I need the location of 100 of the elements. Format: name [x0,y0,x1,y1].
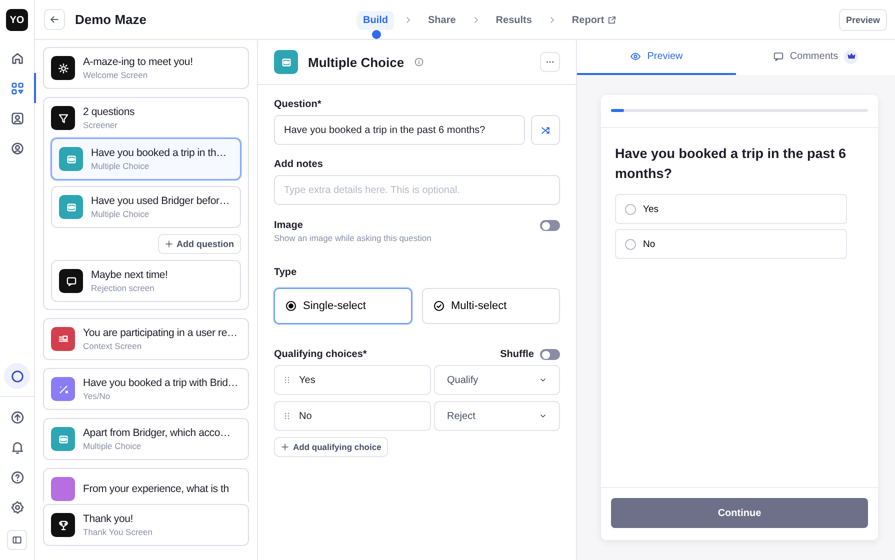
home-icon [10,50,24,66]
preview-button[interactable]: Preview [838,8,887,30]
block-card[interactable]: Thank you! Thank You Screen [43,504,249,546]
block-title: Have you booked a trip in th… [91,147,226,159]
user-icon [10,140,24,156]
back-button[interactable] [44,9,65,30]
block-title: Maybe next time! [91,269,168,281]
upload-icon [10,410,24,424]
step-tab[interactable]: Report [566,10,624,30]
plus-icon [281,443,289,451]
answer-option[interactable]: No [615,229,847,259]
block-card[interactable]: You are participating in a user re… Context Screen [43,318,249,360]
block-type: Multiple Choice [83,441,142,451]
drag-handle-icon [283,411,291,421]
field-label: Qualifying choices* [274,349,367,360]
block-card[interactable]: Maybe next time! Rejection screen [51,260,241,302]
contacts-icon [10,110,24,126]
notes-field[interactable]: Type extra details here. This is optional. [274,175,560,205]
block-heading: Multiple Choice [308,54,404,70]
chevron-right-icon [404,16,412,24]
help-icon [10,470,24,484]
answer-option[interactable]: Yes [615,194,847,224]
block-card[interactable]: From your experience, what is th [43,468,249,502]
field-label: Type [274,267,298,278]
field-label: Question* [274,99,322,110]
block-title: A-maze-ing to meet you! [83,56,193,68]
field-label: Add notes [274,159,324,170]
list-icon [56,432,70,446]
step-tab[interactable]: Results [490,10,538,30]
block-type: Rejection screen [91,283,156,293]
toggle-switch[interactable] [540,220,560,231]
preview-question: Have you booked a trip in the past 6 months? [615,145,848,183]
block-title: Apart from Bridger, which acco… [83,427,230,439]
panel-tab[interactable]: Preview [577,40,736,75]
percent-icon [56,382,70,396]
list-icon [64,200,78,214]
block-card[interactable]: Have you booked a trip with Brid… Yes/No [43,368,249,410]
maze-title: Demo Maze [75,12,147,27]
bell-icon [10,440,24,454]
grid-icon [10,80,24,96]
field-label: Image [274,220,304,231]
shuffle-icon [540,124,551,136]
circle-icon [10,368,24,384]
sidebar-button[interactable] [7,530,27,550]
circle-button[interactable] [4,363,30,389]
add-choice-button[interactable]: Add qualifying choice [274,437,388,457]
block-title: You are participating in a user re… [83,327,238,339]
block-type: Context Screen [83,341,143,351]
sun-icon [56,62,70,74]
block-card[interactable]: Apart from Bridger, which acco… Multiple Choice [43,418,249,460]
block-tile [51,477,75,501]
block-card[interactable]: A-maze-ing to meet you! Welcome Screen [43,47,249,89]
toggle-switch[interactable] [540,349,560,360]
drag-handle-icon [283,375,291,385]
outcome-dropdown[interactable]: Qualify [434,365,560,395]
chevron-down-icon [539,376,547,384]
settings-icon [10,500,24,514]
question-card[interactable]: Have you booked a trip in th… Multiple Choice [51,138,241,180]
comment-icon [772,51,784,62]
info-icon [414,57,424,67]
block-type: Thank You Screen [83,527,152,537]
plus-icon [164,240,172,248]
step-tab[interactable]: Share [422,10,462,30]
continue-button[interactable]: Continue [611,498,868,528]
radio-icon [285,300,297,312]
panel-tab[interactable]: Comments [736,40,895,75]
shuffle-button[interactable] [531,115,560,145]
check-circle-icon [433,300,445,312]
toggle-label: Shuffle [500,349,534,360]
outcome-dropdown[interactable]: Reject [434,401,560,431]
list-icon [280,56,292,68]
block-type: Screener [83,120,118,130]
block-title: Have you booked a trip with Brid… [83,377,238,389]
block-type: Multiple Choice [91,209,150,219]
choice-field[interactable]: No [274,401,431,431]
filter-icon [56,112,70,124]
block-title: Thank you! [83,513,134,525]
workspace-avatar[interactable]: YO [6,9,28,31]
type-option[interactable]: Single-select [274,288,412,324]
trophy-icon [56,518,70,532]
block-type: Welcome Screen [83,70,149,80]
field-hint: Show an image while asking this question [274,233,432,243]
block-type: Yes/No [83,391,112,401]
block-title: Have you used Bridger befor… [91,195,230,207]
type-option[interactable]: Multi-select [422,288,560,324]
crown-icon [846,52,856,61]
question-card[interactable]: Have you used Bridger befor… Multiple Choice [51,186,241,228]
list-icon [64,152,78,166]
block-type: Multiple Choice [91,161,150,171]
message-icon [64,274,78,288]
chevron-down-icon [539,412,547,420]
eye-icon [630,51,642,62]
active-step-dot [372,30,380,38]
block-title: 2 questions [83,106,135,118]
external-link-icon [607,15,618,25]
choice-field[interactable]: Yes [274,365,431,395]
back-arrow-icon [49,14,60,25]
add-question-button[interactable]: Add question [158,234,241,254]
question-field[interactable]: Have you booked a trip in the past 6 months? [274,115,525,145]
block-title: From your experience, what is th [83,483,229,495]
